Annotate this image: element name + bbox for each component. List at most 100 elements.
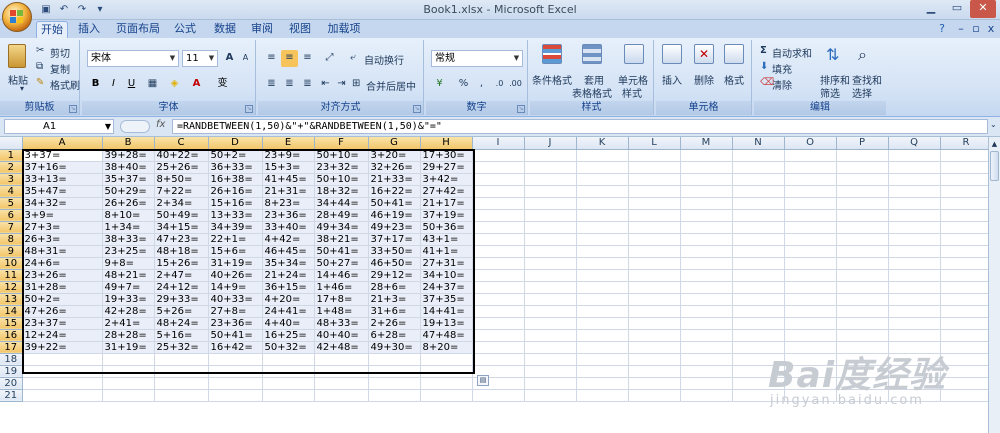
cell[interactable]: 8+23= [262,197,315,210]
cell[interactable]: 33+40= [262,221,315,234]
cell[interactable] [262,365,315,378]
cell[interactable]: 42+28= [102,305,155,318]
cell[interactable]: 16+38= [208,173,263,186]
cell[interactable] [732,281,785,294]
customize-toolbar-icon[interactable]: ▾ [92,2,108,17]
cell[interactable]: 14+46= [314,269,369,282]
row-header[interactable]: 12 [0,281,23,294]
cell[interactable] [472,305,525,318]
row-header[interactable]: 20 [0,377,23,390]
cell[interactable] [784,353,837,366]
decrease-indent-icon[interactable]: ⇤ [317,76,334,93]
cell[interactable] [472,197,525,210]
cell[interactable] [680,185,733,198]
expand-formula-icon[interactable]: ⌄ [990,120,997,129]
tab-view[interactable]: 视图 [285,21,315,38]
cell[interactable] [524,173,577,186]
cell[interactable] [888,329,941,342]
cell[interactable]: 14+9= [208,281,263,294]
fill-color-icon[interactable]: ◈ [166,76,183,93]
cell[interactable] [836,245,889,258]
cell[interactable] [940,293,988,306]
italic-button[interactable]: I [105,76,122,93]
cell[interactable] [628,257,681,270]
cell[interactable] [472,317,525,330]
cell[interactable] [680,269,733,282]
cell[interactable]: 27+42= [420,185,473,198]
column-header[interactable]: H [420,137,473,150]
cell[interactable] [732,233,785,246]
cell[interactable]: 41+45= [262,173,315,186]
cell[interactable]: 14+41= [420,305,473,318]
cell[interactable]: 4+42= [262,233,315,246]
cell[interactable] [888,245,941,258]
cell[interactable]: 29+12= [368,269,421,282]
cell[interactable] [102,377,155,390]
cell[interactable]: 37+35= [420,293,473,306]
cell[interactable] [208,365,263,378]
cell[interactable] [940,281,988,294]
cell[interactable] [472,209,525,222]
cell[interactable]: 50+41= [368,197,421,210]
cell[interactable]: 23+36= [208,317,263,330]
sort-filter-icon[interactable]: ⇅ [826,45,839,64]
cell[interactable]: 4+20= [262,293,315,306]
cell[interactable] [732,209,785,222]
cell[interactable] [314,377,369,390]
cell[interactable]: 2+34= [154,197,209,210]
column-header[interactable]: R [940,137,988,150]
cell[interactable] [576,245,629,258]
autofill-options-icon[interactable]: ▤ [477,375,489,386]
cell[interactable] [784,377,837,390]
cell[interactable]: 23+26= [22,269,103,282]
cell[interactable] [208,353,263,366]
cell[interactable] [576,149,629,162]
cell[interactable] [940,209,988,222]
cell[interactable] [940,185,988,198]
column-header[interactable]: L [628,137,681,150]
row-header[interactable]: 3 [0,173,23,186]
cell[interactable]: 3+37= [22,149,103,162]
format-painter-button[interactable]: 格式刷 [50,77,80,92]
cell[interactable]: 47+23= [154,233,209,246]
cell[interactable]: 39+28= [102,149,155,162]
cell[interactable] [940,269,988,282]
worksheet-grid[interactable]: ABCDEFGHIJKLMNOPQR 1 3+37= 39+28= 40+22= 50+… [0,137,988,433]
underline-button[interactable]: U [123,76,140,93]
cell[interactable] [680,281,733,294]
cell[interactable] [784,185,837,198]
cell[interactable]: 2+26= [368,317,421,330]
cell[interactable] [576,257,629,270]
cell[interactable] [628,149,681,162]
cell[interactable]: 24+37= [420,281,473,294]
cell[interactable]: 26+3= [22,233,103,246]
cell[interactable]: 40+40= [314,329,369,342]
cell[interactable] [940,149,988,162]
cell[interactable] [154,353,209,366]
paste-icon[interactable] [8,44,26,68]
cell[interactable]: 1+34= [102,221,155,234]
cell[interactable] [784,173,837,186]
cell[interactable] [524,245,577,258]
cell[interactable] [524,377,577,390]
cell[interactable]: 31+19= [208,257,263,270]
cell[interactable]: 50+41= [314,245,369,258]
align-middle-icon[interactable]: ≡ [281,50,298,67]
border-icon[interactable]: ▦ [144,76,161,93]
insert-function-icon[interactable]: fx [156,119,165,130]
format-painter-icon[interactable]: ✎ [36,77,44,88]
cell[interactable]: 38+21= [314,233,369,246]
cell[interactable] [784,149,837,162]
clear-button[interactable]: 清除 [772,77,792,92]
cell[interactable]: 8+10= [102,209,155,222]
cell[interactable] [836,197,889,210]
cell[interactable] [628,305,681,318]
cell[interactable] [888,293,941,306]
row-header[interactable]: 21 [0,389,23,402]
cell[interactable]: 36+15= [262,281,315,294]
cell[interactable] [680,329,733,342]
font-size-combo[interactable]: 11 ▼ [182,50,218,67]
decrease-decimal-icon[interactable]: .00 [507,76,524,93]
cell[interactable] [680,221,733,234]
tab-formulas[interactable]: 公式 [170,21,200,38]
